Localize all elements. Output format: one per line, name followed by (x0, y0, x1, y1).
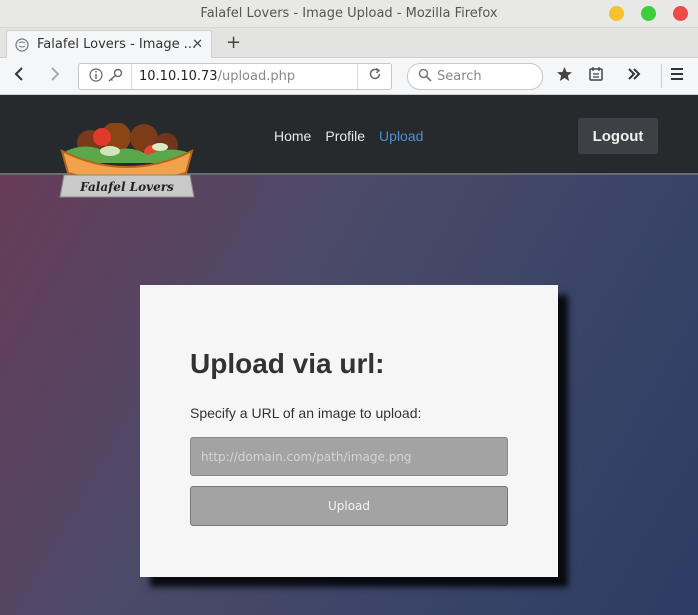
url-text[interactable]: 10.10.10.73/upload.php (139, 69, 295, 84)
new-tab-icon[interactable]: + (226, 32, 241, 53)
nav-upload[interactable]: Upload (379, 128, 423, 144)
site-header: Falafel Lovers Home Profile Upload Logou… (0, 95, 698, 198)
maximize-button[interactable] (641, 6, 656, 21)
hamburger-menu-icon[interactable] (670, 66, 684, 87)
address-bar[interactable]: 10.10.10.73/upload.php (78, 63, 392, 90)
logout-button[interactable]: Logout (578, 118, 658, 154)
forward-icon[interactable] (48, 66, 62, 87)
site-nav: Home Profile Upload (274, 128, 423, 144)
bookmark-star-icon[interactable] (556, 66, 573, 87)
address-separator (131, 64, 132, 89)
search-placeholder: Search (437, 69, 482, 84)
url-path: /upload.php (217, 69, 296, 84)
nav-profile[interactable]: Profile (325, 128, 365, 144)
close-window-button[interactable] (673, 6, 688, 21)
page-viewport: Falafel Lovers Home Profile Upload Logou… (0, 95, 698, 615)
favicon-icon (15, 37, 29, 52)
toolbar-divider (661, 64, 662, 88)
falafel-lovers-logo[interactable]: Falafel Lovers (58, 122, 196, 203)
image-url-input[interactable] (190, 437, 508, 476)
search-icon (418, 68, 432, 86)
reading-list-icon[interactable] (588, 66, 604, 87)
info-icon[interactable] (89, 68, 103, 85)
window-controls (609, 6, 688, 21)
tab-strip: Falafel Lovers - Image ... ✕ + (0, 28, 698, 58)
back-icon[interactable] (12, 66, 26, 87)
window-titlebar: Falafel Lovers - Image Upload - Mozilla … (0, 0, 698, 28)
overflow-chevron-icon[interactable] (627, 66, 641, 87)
upload-card: Upload via url: Specify a URL of an imag… (140, 285, 558, 577)
tab-active[interactable]: Falafel Lovers - Image ... ✕ (6, 30, 212, 58)
logo-text: Falafel Lovers (79, 180, 174, 194)
nav-toolbar: 10.10.10.73/upload.php Search (0, 58, 698, 95)
window-title: Falafel Lovers - Image Upload - Mozilla … (200, 6, 498, 21)
url-host: 10.10.10.73 (139, 69, 218, 84)
reload-icon[interactable] (368, 67, 382, 85)
minimize-button[interactable] (609, 6, 624, 21)
close-tab-icon[interactable]: ✕ (192, 37, 203, 52)
reload-separator (357, 64, 358, 89)
upload-instruction: Specify a URL of an image to upload: (190, 405, 422, 421)
upload-heading: Upload via url: (190, 348, 385, 379)
tab-title: Falafel Lovers - Image ... (37, 37, 197, 52)
upload-button[interactable]: Upload (190, 486, 508, 526)
nav-home[interactable]: Home (274, 128, 311, 144)
key-icon[interactable] (107, 68, 123, 85)
search-bar[interactable]: Search (407, 63, 543, 90)
